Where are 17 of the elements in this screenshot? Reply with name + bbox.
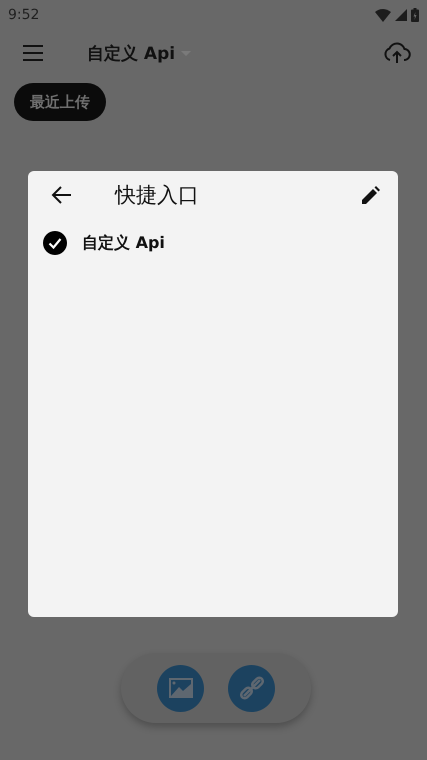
image-icon <box>168 678 192 698</box>
dialog-title: 快捷入口 <box>115 182 200 209</box>
image-button[interactable] <box>157 664 204 712</box>
wifi-icon <box>375 8 391 22</box>
shortcut-item[interactable]: 自定义 Api <box>28 219 398 267</box>
checkbox-icon[interactable] <box>43 231 67 255</box>
recent-uploads-chip[interactable]: 最近上传 <box>14 83 106 121</box>
status-time: 9:52 <box>8 7 40 23</box>
link-icon <box>240 676 264 700</box>
battery-icon <box>411 8 419 22</box>
back-arrow-icon[interactable] <box>51 186 71 204</box>
link-button[interactable] <box>228 664 275 712</box>
edit-icon[interactable] <box>362 186 380 204</box>
cloud-upload-icon[interactable] <box>383 42 411 64</box>
signal-icon <box>395 9 407 21</box>
menu-icon[interactable] <box>23 45 43 61</box>
app-title[interactable]: 自定义 Api <box>87 42 176 64</box>
